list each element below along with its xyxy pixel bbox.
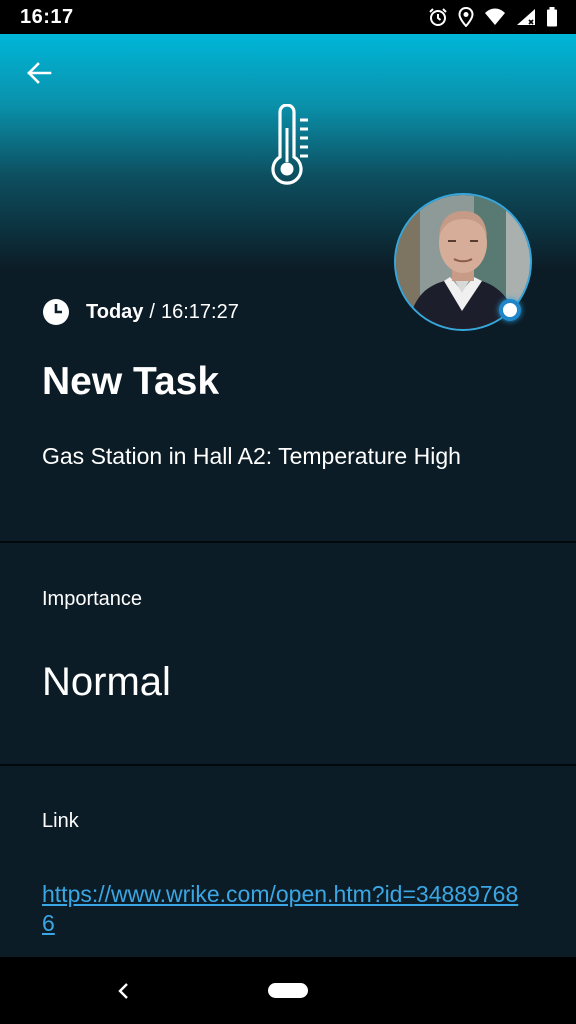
- thermometer-icon: [271, 104, 308, 185]
- presence-dot-icon: [499, 299, 521, 321]
- signal-icon: [516, 8, 536, 26]
- task-time: 16:17:27: [160, 300, 239, 323]
- status-time: 16:17: [20, 5, 74, 28]
- importance-label: Importance: [42, 588, 143, 610]
- divider: [0, 541, 576, 543]
- home-pill-icon[interactable]: [268, 983, 308, 998]
- importance-value: Normal: [42, 660, 171, 704]
- nav-back-button[interactable]: [112, 979, 136, 1003]
- link-label: Link: [42, 810, 79, 832]
- wifi-icon: [484, 8, 506, 26]
- arrow-left-icon: [27, 62, 52, 84]
- location-icon: [458, 7, 474, 27]
- divider: [0, 764, 576, 766]
- date-separator: /: [149, 300, 155, 323]
- status-icons: [428, 7, 558, 27]
- battery-icon: [546, 7, 558, 27]
- assignee-avatar[interactable]: [394, 193, 532, 331]
- task-detail-screen: 16:17 Today / 16:17:27 New Task Gas Stat…: [0, 0, 576, 1024]
- task-title: New Task: [42, 360, 220, 403]
- status-bar: 16:17: [0, 0, 576, 34]
- task-header: [0, 34, 576, 331]
- task-date-row: Today / 16:17:27: [42, 298, 239, 326]
- date-label: Today: [86, 300, 144, 323]
- clock-icon: [43, 299, 69, 325]
- task-description: Gas Station in Hall A2: Temperature High: [42, 443, 461, 469]
- task-link[interactable]: https://www.wrike.com/open.htm?id=348897…: [42, 880, 522, 938]
- nav-back-icon: [118, 983, 128, 999]
- back-button[interactable]: [22, 56, 56, 90]
- system-nav-bar: [0, 957, 576, 1024]
- alarm-icon: [428, 7, 448, 27]
